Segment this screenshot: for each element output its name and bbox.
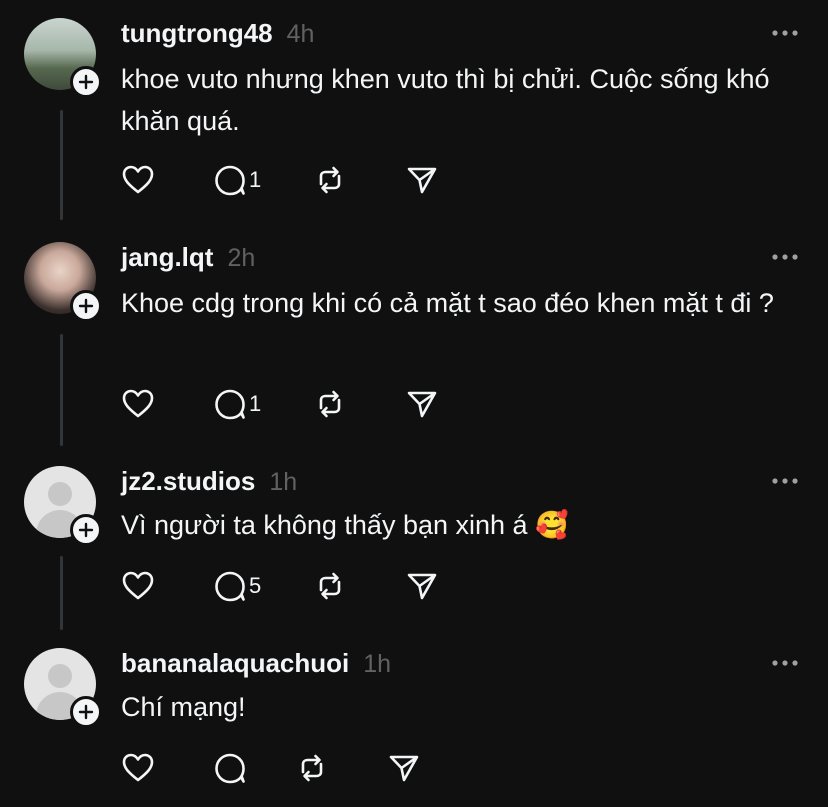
reply-button[interactable] [213,748,295,788]
timestamp: 1h [363,650,392,678]
username[interactable]: bananalaquachuoi [121,648,349,679]
like-button[interactable] [121,160,213,200]
reply-button[interactable]: 1 [213,384,313,424]
thread-line [60,110,63,220]
repost-button[interactable] [295,748,387,788]
reply-button[interactable]: 5 [213,566,313,606]
share-button[interactable] [405,566,497,606]
action-bar [121,748,479,788]
username[interactable]: jang.lqt [121,242,213,273]
comment-header: jang.lqt 2h [121,242,255,273]
reply-button[interactable]: 1 [213,160,313,200]
action-bar: 1 [121,160,497,200]
avatar-placeholder-head [48,482,72,506]
action-bar: 1 [121,384,497,424]
repost-icon [313,388,347,420]
like-button[interactable] [121,748,213,788]
timestamp: 4h [286,20,315,48]
comment-text: Vì người ta không thấy bạn xinh á 🥰 [121,510,569,540]
share-button[interactable] [405,160,497,200]
thread-line [60,334,63,446]
action-bar: 5 [121,566,497,606]
more-icon[interactable] [772,660,798,666]
send-icon [405,570,439,602]
comment-feed: tungtrong48 4h khoe vuto nhưng khen vuto… [0,0,828,807]
share-button[interactable] [405,384,497,424]
avatar-placeholder-head [48,664,72,688]
comment-item: jang.lqt 2h Khoe cdg trong khi có cả mặt… [0,232,828,452]
more-icon[interactable] [772,254,798,260]
avatar-wrapper[interactable] [24,18,102,98]
reply-count: 5 [249,573,262,598]
reply-count: 1 [249,391,262,416]
follow-plus-icon[interactable] [70,514,102,546]
more-icon[interactable] [772,478,798,484]
timestamp: 2h [227,244,256,272]
comment-icon [213,752,247,784]
username[interactable]: tungtrong48 [121,18,273,49]
heart-icon [121,570,155,602]
comment-header: bananalaquachuoi 1h [121,648,391,679]
comment-item: tungtrong48 4h khoe vuto nhưng khen vuto… [0,8,828,226]
like-button[interactable] [121,384,213,424]
share-button[interactable] [387,748,479,788]
comment-header: jz2.studios 1h [121,466,297,497]
comment-icon [213,570,247,602]
comment-text: Chí mạng! [121,692,246,722]
repost-icon [313,570,347,602]
follow-plus-icon[interactable] [70,66,102,98]
repost-icon [295,752,329,784]
comment-item: jz2.studios 1h Vì người ta không thấy bạ… [0,456,828,636]
send-icon [405,164,439,196]
heart-icon [121,752,155,784]
heart-icon [121,388,155,420]
heart-icon [121,164,155,196]
send-icon [405,388,439,420]
comment-header: tungtrong48 4h [121,18,314,49]
comment-icon [213,388,247,420]
reply-count: 1 [249,167,262,192]
comment-text: Khoe cdg trong khi có cả mặt t sao đéo k… [121,288,774,318]
thread-line [60,556,63,630]
send-icon [387,752,421,784]
avatar-wrapper[interactable] [24,242,102,322]
follow-plus-icon[interactable] [70,696,102,728]
avatar-wrapper[interactable] [24,648,102,728]
repost-button[interactable] [313,566,405,606]
timestamp: 1h [269,468,298,496]
comment-item: bananalaquachuoi 1h Chí mạng! [0,638,828,807]
like-button[interactable] [121,566,213,606]
repost-icon [313,164,347,196]
username[interactable]: jz2.studios [121,466,255,497]
avatar-wrapper[interactable] [24,466,102,546]
repost-button[interactable] [313,160,405,200]
comment-icon [213,164,247,196]
more-icon[interactable] [772,30,798,36]
follow-plus-icon[interactable] [70,290,102,322]
comment-text: khoe vuto nhưng khen vuto thì bị chửi. C… [121,64,770,136]
repost-button[interactable] [313,384,405,424]
